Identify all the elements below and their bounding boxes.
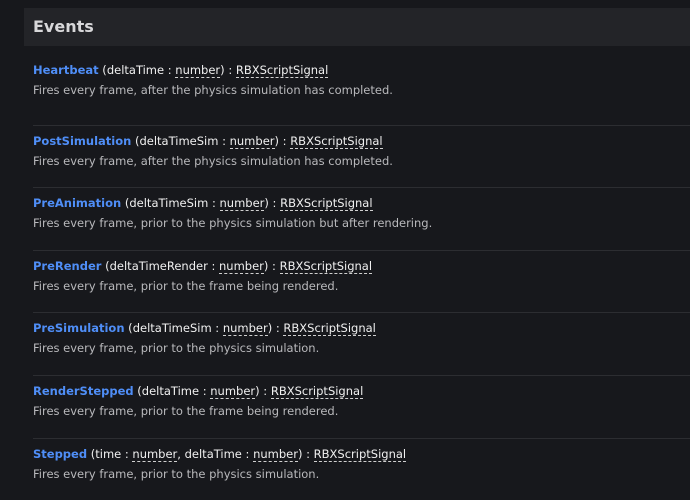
param-name: deltaTimeSim <box>132 321 212 336</box>
event-description: Fires every frame, prior to the physics … <box>33 466 320 481</box>
event-name-link[interactable]: PostSimulation <box>33 134 131 148</box>
event-item: Stepped (time : number, deltaTime : numb… <box>33 437 690 500</box>
param-type-link[interactable]: number <box>132 446 178 462</box>
event-item: RenderStepped (deltaTime : number) : RBX… <box>33 374 690 438</box>
event-name-link[interactable]: RenderStepped <box>33 384 134 398</box>
event-item: Heartbeat (deltaTime : number) : RBXScri… <box>33 62 690 125</box>
return-type-link[interactable]: RBXScriptSignal <box>280 196 373 212</box>
return-type-link[interactable]: RBXScriptSignal <box>235 63 329 78</box>
event-name-link[interactable]: PreRender <box>33 259 101 273</box>
event-item: PreRender (deltaTimeRender : number) : R… <box>33 249 690 313</box>
return-type-link[interactable]: RBXScriptSignal <box>283 321 376 337</box>
param-name: deltaTimeSim <box>139 133 219 148</box>
param-type-link[interactable]: number <box>222 321 268 337</box>
param-type-link[interactable]: number <box>210 383 256 399</box>
param-name: time <box>95 446 122 461</box>
param-name: deltaTimeSim <box>129 196 209 211</box>
event-name-link[interactable]: Stepped <box>33 447 87 461</box>
event-description: Fires every frame, prior to the frame be… <box>33 278 339 293</box>
param-type-link[interactable]: number <box>219 196 265 212</box>
event-description: Fires every frame, after the physics sim… <box>33 153 393 168</box>
param-name: deltaTime <box>184 446 242 461</box>
param-name: deltaTime <box>141 383 200 398</box>
event-description: Fires every frame, after the physics sim… <box>33 83 393 97</box>
event-name-link[interactable]: PreSimulation <box>33 321 125 335</box>
event-signature: PreRender (deltaTimeRender : number) : R… <box>33 258 373 274</box>
event-signature: Heartbeat (deltaTime : number) : RBXScri… <box>33 63 329 78</box>
param-type-link[interactable]: number <box>219 258 264 274</box>
event-signature: RenderStepped (deltaTime : number) : RBX… <box>33 383 364 399</box>
event-signature: PreAnimation (deltaTimeSim : number) : R… <box>33 196 373 212</box>
event-description: Fires every frame, prior to the physics … <box>33 216 433 231</box>
event-name-link[interactable]: Heartbeat <box>33 63 99 77</box>
event-signature: PreSimulation (deltaTimeSim : number) : … <box>33 321 376 337</box>
event-item: PostSimulation (deltaTimeSim : number) :… <box>33 124 690 188</box>
param-type-link[interactable]: number <box>253 446 298 462</box>
param-type-link[interactable]: number <box>229 133 275 149</box>
event-name-link[interactable]: PreAnimation <box>33 196 121 210</box>
event-item: PreAnimation (deltaTimeSim : number) : R… <box>33 187 690 250</box>
return-type-link[interactable]: RBXScriptSignal <box>270 383 364 399</box>
event-item: PreSimulation (deltaTimeSim : number) : … <box>33 312 690 375</box>
event-signature: PostSimulation (deltaTimeSim : number) :… <box>33 133 383 149</box>
param-type-link[interactable]: number <box>175 63 221 78</box>
events-section-header: Events <box>24 8 690 46</box>
return-type-link[interactable]: RBXScriptSignal <box>290 133 383 149</box>
event-description: Fires every frame, prior to the physics … <box>33 341 320 356</box>
events-list: Heartbeat (deltaTime : number) : RBXScri… <box>33 62 690 500</box>
return-type-link[interactable]: RBXScriptSignal <box>313 446 407 462</box>
return-type-link[interactable]: RBXScriptSignal <box>279 258 373 274</box>
event-description: Fires every frame, prior to the frame be… <box>33 403 339 418</box>
param-name: deltaTime <box>106 63 165 77</box>
event-signature: Stepped (time : number, deltaTime : numb… <box>33 446 407 462</box>
param-name: deltaTimeRender <box>109 258 208 273</box>
section-title: Events <box>33 17 94 36</box>
